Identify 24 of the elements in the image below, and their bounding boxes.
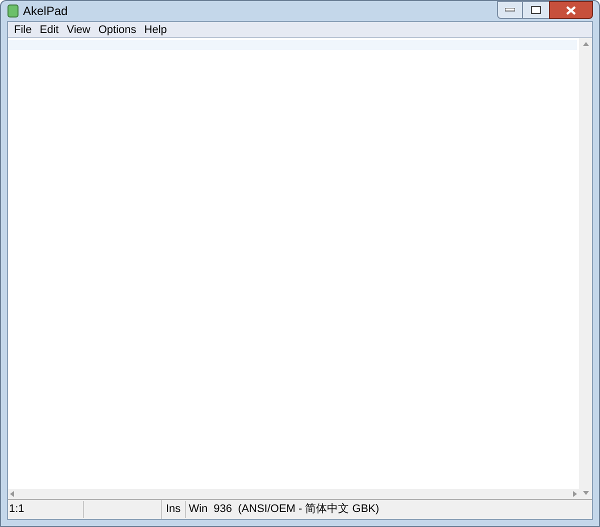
encoding-label: (ANSI/OEM - 简体中文 GBK) xyxy=(238,502,380,518)
minimize-icon xyxy=(505,8,515,12)
cursor-position: 1:1 xyxy=(8,501,84,518)
maximize-button[interactable] xyxy=(523,1,549,19)
window-title: AkelPad xyxy=(23,3,68,20)
maximize-icon xyxy=(531,6,541,14)
menu-item[interactable]: File xyxy=(10,22,36,36)
menu-item[interactable]: Help xyxy=(140,22,171,36)
up-arrow-icon xyxy=(582,42,588,46)
minimize-button[interactable] xyxy=(497,1,523,19)
left-arrow-icon xyxy=(10,491,14,497)
horizontal-scrollbar[interactable] xyxy=(8,489,579,499)
close-button[interactable] xyxy=(549,1,593,19)
insert-mode: Ins xyxy=(162,501,186,518)
vertical-scrollbar[interactable] xyxy=(579,38,592,499)
close-icon xyxy=(566,6,576,14)
menu-item[interactable]: View xyxy=(62,22,94,36)
down-arrow-icon xyxy=(582,491,588,495)
menu-item[interactable]: Options xyxy=(94,22,140,36)
encoding-label: Win xyxy=(188,502,208,518)
app-icon xyxy=(7,4,19,18)
menu-item[interactable]: Edit xyxy=(36,22,63,36)
encoding-label: 936 xyxy=(214,502,232,518)
right-arrow-icon xyxy=(573,491,577,497)
